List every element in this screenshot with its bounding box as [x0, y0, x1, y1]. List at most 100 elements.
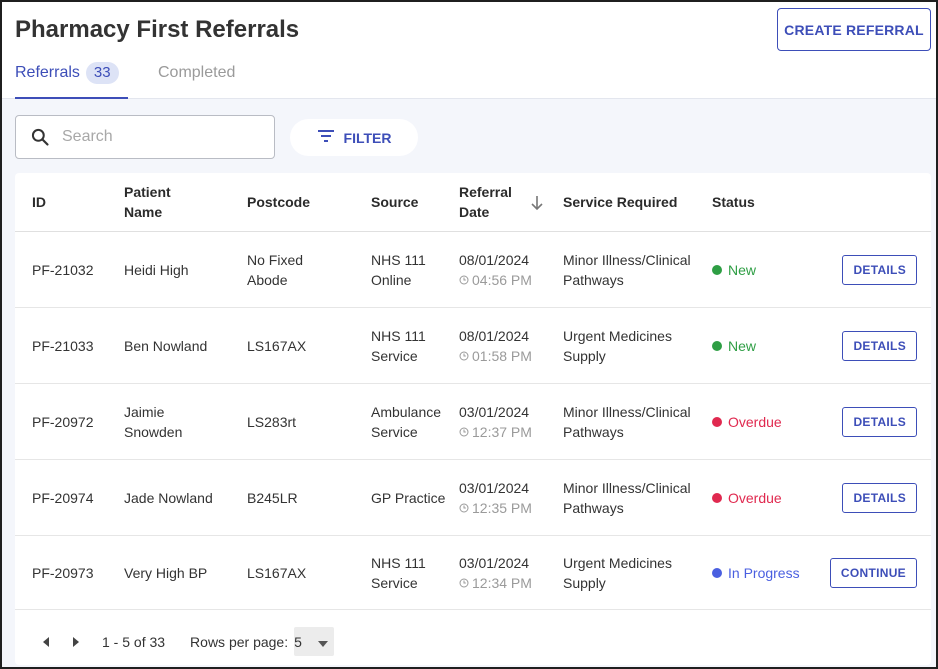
details-button[interactable]: DETAILS — [842, 330, 917, 361]
filter-icon — [317, 129, 335, 146]
cell-patient: Jaimie Snowden — [124, 403, 183, 440]
details-button[interactable]: DETAILS — [842, 482, 917, 513]
search-icon — [30, 126, 52, 148]
rows-per-page-select[interactable]: 5 — [294, 627, 335, 656]
cell-referral-date: 03/01/2024 12:34 PM — [459, 553, 532, 593]
table-row: PF-20973 Very High BP LS167AX NHS 111 Se… — [15, 536, 931, 610]
cell-source: NHS 111 Service — [371, 327, 426, 364]
next-page-icon[interactable] — [66, 632, 86, 652]
previous-page-icon[interactable] — [36, 632, 56, 652]
status-badge: Overdue — [728, 413, 782, 430]
rows-per-page-label: Rows per page: — [190, 633, 289, 650]
cell-service: Urgent Medicines Supply — [563, 554, 672, 591]
sort-arrow-down-icon[interactable] — [530, 195, 544, 216]
cell-patient: Ben Nowland — [124, 337, 208, 354]
cell-referral-date: 08/01/2024 01:58 PM — [459, 326, 532, 366]
cell-postcode: No Fixed Abode — [247, 251, 304, 288]
cell-source: Ambulance Service — [371, 403, 442, 440]
cell-status: In Progress — [712, 563, 800, 583]
cell-status: Overdue — [712, 412, 782, 432]
status-badge: New — [728, 261, 757, 278]
cell-service: Minor Illness/Clinical Pathways — [563, 251, 691, 288]
pagination-range: 1 - 5 of 33 — [102, 633, 166, 650]
clock-icon — [459, 270, 469, 290]
tab-bar: Referrals 33 Completed — [15, 62, 235, 99]
cell-postcode: LS167AX — [247, 564, 307, 581]
table-row: PF-20974 Jade Nowland B245LR GP Practice… — [15, 460, 931, 536]
tab-referrals[interactable]: Referrals 33 — [15, 62, 128, 99]
referral-time: 12:34 PM — [472, 574, 532, 591]
page-header: Pharmacy First Referrals CREATE REFERRAL… — [2, 2, 936, 99]
cell-referral-date: 08/01/2024 04:56 PM — [459, 250, 532, 290]
cell-postcode: B245LR — [247, 489, 298, 506]
app-window: Pharmacy First Referrals CREATE REFERRAL… — [0, 0, 938, 669]
cell-postcode: LS283rt — [247, 413, 297, 430]
column-header-patient-name[interactable]: Patient Name — [124, 182, 204, 222]
clock-icon — [459, 573, 469, 593]
cell-referral-date: 03/01/2024 12:37 PM — [459, 402, 532, 442]
search-box[interactable] — [15, 115, 275, 159]
clock-icon — [459, 498, 469, 518]
column-header-postcode[interactable]: Postcode — [247, 192, 310, 212]
details-button[interactable]: DETAILS — [842, 406, 917, 437]
table-row: PF-20972 Jaimie Snowden LS283rt Ambulanc… — [15, 384, 931, 460]
main-content: FILTER ID Patient Name Postcode Source R… — [2, 99, 936, 667]
column-header-service-required[interactable]: Service Required — [563, 192, 677, 212]
chevron-down-icon — [318, 634, 329, 650]
search-input[interactable] — [62, 128, 262, 146]
cell-id: PF-21032 — [32, 261, 94, 278]
pagination-bar: 1 - 5 of 33 Rows per page: 5 — [15, 618, 931, 665]
tab-completed-label: Completed — [158, 64, 236, 81]
column-header-source[interactable]: Source — [371, 192, 418, 212]
status-badge: In Progress — [728, 564, 800, 581]
filter-label: FILTER — [343, 129, 392, 146]
cell-id: PF-20972 — [32, 413, 94, 430]
cell-status: New — [712, 336, 756, 356]
column-header-referral-date[interactable]: Referral Date — [459, 182, 523, 222]
table-row: PF-21033 Ben Nowland LS167AX NHS 111 Ser… — [15, 308, 931, 384]
referral-date: 03/01/2024 — [459, 403, 530, 420]
cell-status: Overdue — [712, 488, 782, 508]
status-dot-icon — [712, 492, 722, 503]
cell-referral-date: 03/01/2024 12:35 PM — [459, 478, 532, 518]
referral-time: 01:58 PM — [472, 347, 532, 364]
cell-service: Urgent Medicines Supply — [563, 327, 672, 364]
cell-id: PF-20973 — [32, 564, 94, 581]
referrals-count-badge: 33 — [85, 62, 119, 84]
column-header-status[interactable]: Status — [712, 192, 755, 212]
cell-service: Minor Illness/Clinical Pathways — [563, 403, 691, 440]
clock-icon — [459, 422, 469, 442]
referral-date: 08/01/2024 — [459, 251, 530, 268]
clock-icon — [459, 346, 469, 366]
status-dot-icon — [712, 264, 722, 275]
details-button[interactable]: DETAILS — [842, 254, 917, 285]
cell-patient: Very High BP — [124, 564, 208, 581]
status-badge: Overdue — [728, 489, 782, 506]
cell-status: New — [712, 260, 756, 280]
cell-source: NHS 111 Service — [371, 554, 426, 591]
continue-button[interactable]: CONTINUE — [829, 557, 917, 588]
referrals-table: ID Patient Name Postcode Source Referral… — [15, 173, 931, 665]
cell-id: PF-20974 — [32, 489, 94, 506]
filter-button[interactable]: FILTER — [290, 119, 418, 156]
status-dot-icon — [712, 416, 722, 427]
referral-date: 03/01/2024 — [459, 479, 530, 496]
status-dot-icon — [712, 340, 722, 351]
cell-patient: Heidi High — [124, 261, 189, 278]
cell-service: Minor Illness/Clinical Pathways — [563, 479, 691, 516]
column-header-id[interactable]: ID — [32, 192, 46, 212]
tab-completed[interactable]: Completed — [158, 64, 235, 99]
status-dot-icon — [712, 567, 722, 578]
status-badge: New — [728, 337, 757, 354]
cell-source: GP Practice — [371, 489, 446, 506]
tab-referrals-label: Referrals — [15, 64, 80, 81]
table-header: ID Patient Name Postcode Source Referral… — [15, 173, 931, 232]
referral-time: 12:37 PM — [472, 423, 532, 440]
cell-source: NHS 111 Online — [371, 251, 426, 288]
create-referral-button[interactable]: CREATE REFERRAL — [777, 8, 931, 51]
referral-time: 04:56 PM — [472, 271, 532, 288]
referral-date: 03/01/2024 — [459, 554, 530, 571]
table-row: PF-21032 Heidi High No Fixed Abode NHS 1… — [15, 232, 931, 308]
page-title: Pharmacy First Referrals — [15, 16, 300, 43]
cell-id: PF-21033 — [32, 337, 94, 354]
